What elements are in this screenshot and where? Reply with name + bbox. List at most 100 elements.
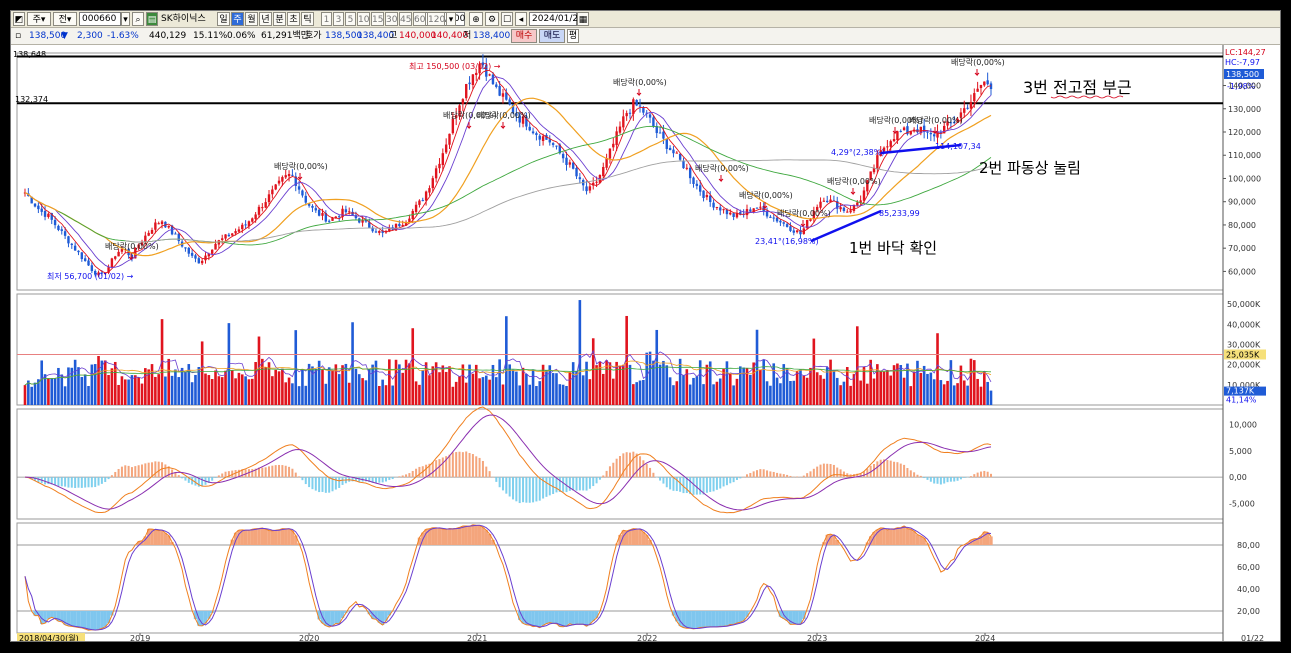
- period-tab-2[interactable]: 월: [245, 12, 258, 26]
- calendar-icon[interactable]: ▦: [577, 12, 589, 26]
- candle-body: [759, 206, 762, 208]
- candle-body: [438, 163, 441, 169]
- volume-bar: [374, 360, 378, 405]
- low-label: 저: [463, 31, 472, 41]
- stoch-overbought-fill: [157, 530, 161, 545]
- volume-bar: [207, 375, 211, 405]
- macd-hist-bar: [458, 451, 461, 478]
- settings-icon[interactable]: ⚙: [485, 12, 499, 26]
- interval-button-15[interactable]: 15: [371, 12, 384, 26]
- candle-body: [648, 114, 652, 118]
- interval-button-45[interactable]: 45: [399, 12, 412, 26]
- interval-button-60[interactable]: 60: [413, 12, 426, 26]
- macd-hist-bar: [391, 477, 394, 480]
- macd-hist-bar: [184, 477, 187, 481]
- interval-button-10[interactable]: 10: [357, 12, 370, 26]
- macd-hist-bar: [341, 477, 344, 485]
- volume-bar: [872, 378, 876, 405]
- candle-body: [715, 206, 719, 208]
- macd-hist-bar: [318, 477, 321, 493]
- volume-bar: [718, 378, 722, 405]
- candle-body: [37, 205, 40, 210]
- interval-button-5[interactable]: 5: [345, 12, 356, 26]
- macd-hist-bar: [976, 472, 979, 478]
- volume-bar: [454, 381, 458, 405]
- candle-body: [979, 85, 983, 89]
- candle-body: [692, 177, 695, 184]
- macd-hist-bar: [475, 456, 478, 478]
- chart-type-icon[interactable]: ▤: [146, 12, 158, 26]
- volume-bar: [779, 383, 782, 405]
- interval-dropdown-icon[interactable]: ▾: [446, 12, 456, 26]
- stoch-overbought-fill: [889, 528, 893, 545]
- lc-label: LC:144,27: [1225, 48, 1266, 57]
- volume-bar: [73, 359, 77, 405]
- period-tab-3[interactable]: 년: [259, 12, 272, 26]
- ask-label: 호가: [305, 31, 322, 41]
- window-icon[interactable]: ◩: [13, 12, 25, 26]
- stock-chart[interactable]: 138,648 132,374 최저 56,700 (01/02) → 최고 150,…: [11, 45, 1281, 642]
- period-tab-1[interactable]: 주: [231, 12, 244, 26]
- macd-hist-bar: [461, 452, 464, 478]
- candle-body: [849, 210, 852, 213]
- volume-bar: [882, 371, 886, 405]
- volume-bar: [956, 383, 959, 405]
- flat-button[interactable]: 평: [567, 29, 579, 43]
- volume-bar: [53, 378, 57, 405]
- stoch-overbought-fill: [895, 527, 900, 545]
- stoch-oversold-fill: [695, 611, 699, 629]
- interval-button-1[interactable]: 1: [321, 12, 332, 26]
- candle-body: [431, 178, 434, 189]
- candle-body: [886, 146, 889, 148]
- candle-body: [973, 93, 976, 102]
- code-dropdown-icon[interactable]: ▾: [121, 12, 130, 26]
- period-tab-0[interactable]: 일: [217, 12, 230, 26]
- macd-hist-bar: [548, 477, 551, 496]
- candle-body: [167, 225, 170, 228]
- candle-body: [224, 234, 227, 239]
- stoch-oversold-fill: [93, 611, 97, 631]
- candle-body: [461, 99, 465, 104]
- buy-button[interactable]: 매수: [511, 29, 537, 43]
- volume-bar: [197, 367, 201, 405]
- candle-body: [779, 220, 782, 223]
- macd-tick-label: 5,000: [1229, 447, 1252, 456]
- candle-body: [772, 217, 775, 219]
- stoch-oversold-fill: [705, 611, 709, 628]
- macd-hist-bar: [224, 471, 227, 478]
- zoom-icon[interactable]: ⊕: [469, 12, 483, 26]
- period-tab-6[interactable]: 틱: [301, 12, 314, 26]
- date-input[interactable]: 2024/01/22: [529, 12, 584, 26]
- macd-hist-bar: [829, 464, 832, 478]
- macd-hist-bar: [438, 459, 441, 478]
- interval-button-120[interactable]: 120: [427, 12, 445, 26]
- candle-body: [628, 112, 632, 114]
- candle-body: [678, 153, 682, 160]
- candle-body: [551, 143, 555, 145]
- interval-button-3[interactable]: 3: [333, 12, 344, 26]
- stoch-oversold-fill: [100, 611, 104, 629]
- stoch-overbought-fill: [274, 530, 278, 545]
- period-select[interactable]: 주▾: [27, 12, 51, 26]
- candle-body: [448, 133, 451, 145]
- period-tab-4[interactable]: 분: [273, 12, 286, 26]
- macd-hist-bar: [762, 469, 765, 478]
- sell-button[interactable]: 매도: [539, 29, 565, 43]
- interval-button-30[interactable]: 30: [385, 12, 398, 26]
- prev-icon[interactable]: ◂: [515, 12, 527, 26]
- volume-bar: [591, 338, 595, 405]
- macd-hist-bar: [772, 471, 775, 478]
- macd-hist-bar: [405, 474, 408, 478]
- volume-bar: [668, 377, 672, 405]
- macd-hist-bar: [776, 472, 779, 478]
- candle-body: [200, 260, 204, 264]
- market-select[interactable]: 전▾: [53, 12, 77, 26]
- volume-bar: [611, 378, 615, 405]
- candle-body: [261, 207, 264, 209]
- volume-bar: [551, 373, 555, 405]
- period-tab-5[interactable]: 초: [287, 12, 300, 26]
- search-icon[interactable]: ⌕: [132, 12, 144, 26]
- checkbox-icon[interactable]: ☐: [501, 12, 513, 26]
- macd-hist-bar: [338, 477, 341, 488]
- stock-code-input[interactable]: 000660: [79, 12, 121, 26]
